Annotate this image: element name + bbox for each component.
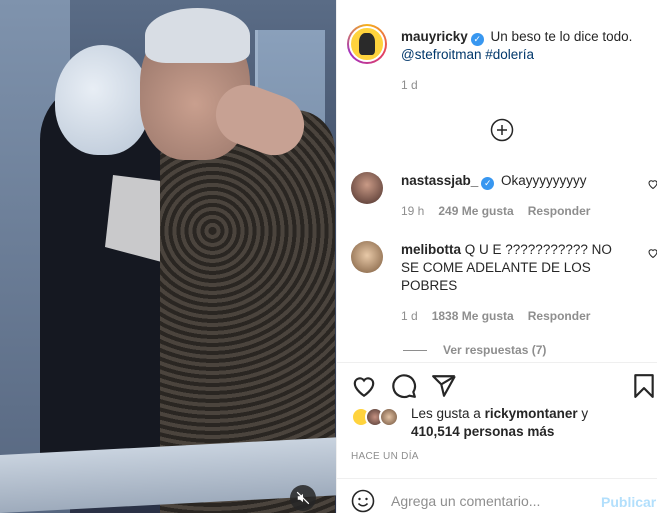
caption-hashtag[interactable]: #dolería — [485, 47, 534, 62]
post-video[interactable] — [0, 0, 336, 513]
caption-text: Un beso te lo dice todo. — [486, 29, 633, 44]
likes-user[interactable]: rickymontaner — [485, 406, 578, 421]
comment-likes[interactable]: 1838 Me gusta — [432, 307, 514, 325]
comment-text: Okayyyyyyyyy — [497, 173, 587, 188]
post-caption: mauyricky ✓ Un beso te lo dice todo. @ste… — [347, 24, 647, 94]
comment-icon[interactable] — [391, 373, 417, 399]
comment-time: 1 d — [401, 309, 418, 323]
verified-badge-icon: ✓ — [470, 33, 484, 46]
heart-icon[interactable] — [647, 178, 657, 190]
likers-avatars[interactable] — [351, 405, 407, 431]
likes-middle: y — [577, 406, 589, 421]
author-username[interactable]: mauyricky — [401, 29, 468, 44]
comment-item: melibotta Q U E ??????????? NO SE COME A… — [351, 241, 657, 325]
commenter-avatar[interactable] — [351, 172, 383, 204]
reply-button[interactable]: Responder — [528, 202, 591, 220]
speaker-muted-icon — [296, 491, 310, 505]
likes-summary: Les gusta a rickymontaner y 410,514 pers… — [351, 405, 588, 441]
comment-input[interactable] — [391, 487, 591, 513]
smiley-icon[interactable] — [351, 489, 375, 513]
caption-age: 1 d — [401, 78, 418, 92]
commenter-avatar[interactable] — [351, 241, 383, 273]
comment-username[interactable]: melibotta — [401, 242, 461, 257]
likes-prefix: Les gusta a — [411, 406, 485, 421]
reply-button[interactable]: Responder — [528, 307, 591, 325]
person-left-hair — [55, 45, 150, 155]
add-comment-bar: Publicar — [337, 478, 657, 513]
author-avatar[interactable] — [347, 24, 387, 64]
mute-button[interactable] — [290, 485, 316, 511]
view-replies-label: Ver respuestas (7) — [443, 343, 547, 357]
comment-item: nastassjab_ ✓ Okayyyyyyyyy 19 h 249 Me gu… — [351, 172, 657, 220]
person-right-hair — [145, 8, 250, 63]
liker-avatar — [379, 407, 399, 427]
action-bar — [337, 362, 657, 410]
likes-count[interactable]: 410,514 personas más — [411, 424, 554, 439]
view-replies-button[interactable]: Ver respuestas (7) — [403, 343, 546, 357]
plus-circle-icon[interactable] — [490, 118, 514, 142]
bookmark-icon[interactable] — [631, 373, 657, 399]
post-timestamp: HACE UN DÍA — [351, 451, 419, 462]
caption-mention[interactable]: @stefroitman — [401, 47, 481, 62]
publish-button[interactable]: Publicar — [601, 494, 656, 510]
post-side-panel: mauyricky ✓ Un beso te lo dice todo. @ste… — [336, 0, 657, 513]
paper-plane-icon[interactable] — [431, 373, 457, 399]
heart-icon[interactable] — [351, 373, 377, 399]
comment-likes[interactable]: 249 Me gusta — [438, 202, 513, 220]
comment-username[interactable]: nastassjab_ — [401, 173, 478, 188]
verified-badge-icon: ✓ — [481, 177, 495, 190]
replies-divider — [403, 349, 427, 351]
heart-icon[interactable] — [647, 247, 657, 259]
comment-time: 19 h — [401, 204, 425, 218]
